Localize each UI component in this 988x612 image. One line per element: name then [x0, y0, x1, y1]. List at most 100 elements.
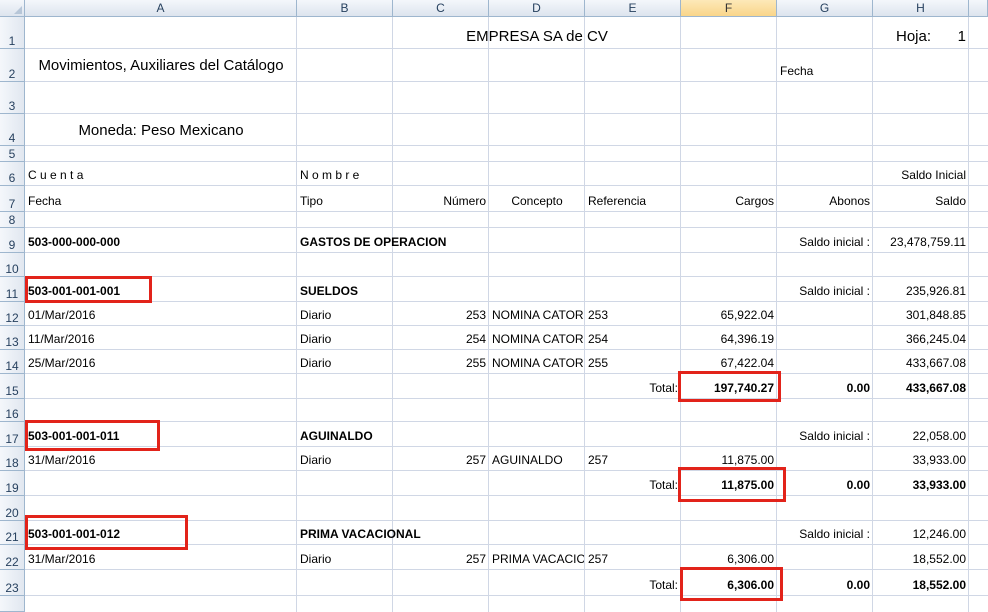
saldo-inicial-value[interactable]: 23,478,759.11	[873, 235, 966, 249]
row-header-15[interactable]: 15	[0, 374, 25, 399]
saldo-inicial-label[interactable]: Saldo inicial :	[777, 429, 870, 443]
total-abonos[interactable]: 0.00	[777, 381, 870, 395]
total-abonos[interactable]: 0.00	[777, 478, 870, 492]
saldo-inicial-label[interactable]: Saldo inicial :	[777, 235, 870, 249]
movement-saldo[interactable]: 366,245.04	[873, 332, 966, 346]
saldo-inicial-label[interactable]: Saldo inicial :	[777, 284, 870, 298]
movement-cargos[interactable]: 67,422.04	[681, 356, 774, 370]
sheet-number[interactable]: 1	[873, 28, 966, 45]
currency-label[interactable]: Moneda: Peso Mexicano	[25, 122, 297, 139]
movement-date[interactable]: 25/Mar/2016	[28, 356, 95, 370]
account-code[interactable]: 503-000-000-000	[28, 235, 120, 249]
numero-header[interactable]: Número	[393, 194, 486, 208]
movement-type[interactable]: Diario	[300, 453, 331, 467]
movement-saldo[interactable]: 433,667.08	[873, 356, 966, 370]
movement-date[interactable]: 31/Mar/2016	[28, 552, 95, 566]
cargos-header[interactable]: Cargos	[681, 194, 774, 208]
row-header-10[interactable]: 10	[0, 253, 25, 277]
row-header-5[interactable]: 5	[0, 146, 25, 162]
column-header-b[interactable]: B	[297, 0, 393, 17]
column-header-a[interactable]: A	[25, 0, 297, 17]
column-header-h[interactable]: H	[873, 0, 969, 17]
row-header-3[interactable]: 3	[0, 82, 25, 114]
column-header-e[interactable]: E	[585, 0, 681, 17]
movement-type[interactable]: Diario	[300, 308, 331, 322]
account-name[interactable]: SUELDOS	[300, 284, 358, 298]
row-header-12[interactable]: 12	[0, 302, 25, 326]
row-header-9[interactable]: 9	[0, 228, 25, 253]
row-header-23[interactable]: 23	[0, 570, 25, 596]
total-saldo[interactable]: 433,667.08	[873, 381, 966, 395]
movement-reference[interactable]: 255	[588, 356, 608, 370]
movement-saldo[interactable]: 301,848.85	[873, 308, 966, 322]
saldo-inicial-header[interactable]: Saldo Inicial	[873, 168, 966, 182]
row-header-19[interactable]: 19	[0, 471, 25, 496]
movement-type[interactable]: Diario	[300, 552, 331, 566]
total-label[interactable]: Total:	[585, 381, 678, 395]
movement-concept[interactable]: AGUINALDO	[492, 453, 584, 467]
row-header-11[interactable]: 11	[0, 277, 25, 302]
movement-saldo[interactable]: 33,933.00	[873, 453, 966, 467]
movement-reference[interactable]: 254	[588, 332, 608, 346]
row-header-20[interactable]: 20	[0, 496, 25, 521]
movement-concept[interactable]: NOMINA CATOR	[492, 308, 584, 322]
movement-date[interactable]: 31/Mar/2016	[28, 453, 95, 467]
row-header-6[interactable]: 6	[0, 162, 25, 186]
saldo-inicial-value[interactable]: 235,926.81	[873, 284, 966, 298]
column-header-f[interactable]: F	[681, 0, 777, 17]
movement-concept[interactable]: NOMINA CATOR	[492, 332, 584, 346]
saldo-inicial-label[interactable]: Saldo inicial :	[777, 527, 870, 541]
total-saldo[interactable]: 33,933.00	[873, 478, 966, 492]
row-header-4[interactable]: 4	[0, 114, 25, 146]
movement-cargos[interactable]: 6,306.00	[681, 552, 774, 566]
row-header-22[interactable]: 22	[0, 545, 25, 570]
column-header-partial[interactable]	[969, 0, 988, 17]
column-header-g[interactable]: G	[777, 0, 873, 17]
cuenta-header[interactable]: C u e n t a	[28, 168, 83, 182]
referencia-header[interactable]: Referencia	[588, 194, 646, 208]
account-name[interactable]: GASTOS DE OPERACION	[300, 235, 446, 249]
row-header-8[interactable]: 8	[0, 212, 25, 228]
saldo-header[interactable]: Saldo	[873, 194, 966, 208]
movement-reference[interactable]: 257	[588, 453, 608, 467]
movement-concept[interactable]: PRIMA VACACIO	[492, 552, 584, 566]
saldo-inicial-value[interactable]: 22,058.00	[873, 429, 966, 443]
concepto-header[interactable]: Concepto	[489, 194, 585, 208]
row-header-1[interactable]: 1	[0, 17, 25, 49]
movement-cargos[interactable]: 64,396.19	[681, 332, 774, 346]
column-header-c[interactable]: C	[393, 0, 489, 17]
row-header-7[interactable]: 7	[0, 186, 25, 212]
account-name[interactable]: AGUINALDO	[300, 429, 373, 443]
movement-reference[interactable]: 257	[588, 552, 608, 566]
abonos-header[interactable]: Abonos	[777, 194, 870, 208]
row-header-14[interactable]: 14	[0, 350, 25, 374]
movement-cargos[interactable]: 65,922.04	[681, 308, 774, 322]
movement-number[interactable]: 255	[393, 356, 486, 370]
tipo-header[interactable]: Tipo	[300, 194, 323, 208]
row-header-16[interactable]: 16	[0, 399, 25, 422]
row-header-21[interactable]: 21	[0, 521, 25, 545]
spreadsheet-grid[interactable]: ABCDEFGH 1 2 3 4 5 6 7 8 9 10 11 12 13 14 15 16 17 18 19 20…	[0, 0, 988, 612]
movement-reference[interactable]: 253	[588, 308, 608, 322]
movement-type[interactable]: Diario	[300, 356, 331, 370]
saldo-inicial-value[interactable]: 12,246.00	[873, 527, 966, 541]
fecha-header[interactable]: Fecha	[28, 194, 61, 208]
company-name[interactable]: EMPRESA SA de CV	[393, 28, 681, 45]
account-name[interactable]: PRIMA VACACIONAL	[300, 527, 421, 541]
movement-type[interactable]: Diario	[300, 332, 331, 346]
movement-date[interactable]: 11/Mar/2016	[28, 332, 95, 346]
date-label[interactable]: Fecha	[780, 64, 813, 78]
report-title[interactable]: Movimientos, Auxiliares del Catálogo	[25, 57, 297, 74]
row-header-partial[interactable]	[0, 596, 25, 612]
total-abonos[interactable]: 0.00	[777, 578, 870, 592]
nombre-header[interactable]: N o m b r e	[300, 168, 359, 182]
movement-cargos[interactable]: 11,875.00	[681, 453, 775, 467]
movement-concept[interactable]: NOMINA CATOR	[492, 356, 584, 370]
select-all-corner[interactable]	[0, 0, 25, 17]
row-header-13[interactable]: 13	[0, 326, 25, 350]
row-header-18[interactable]: 18	[0, 447, 25, 471]
movement-number[interactable]: 257	[393, 552, 486, 566]
row-header-17[interactable]: 17	[0, 422, 25, 447]
total-label[interactable]: Total:	[585, 578, 678, 592]
total-saldo[interactable]: 18,552.00	[873, 578, 966, 592]
